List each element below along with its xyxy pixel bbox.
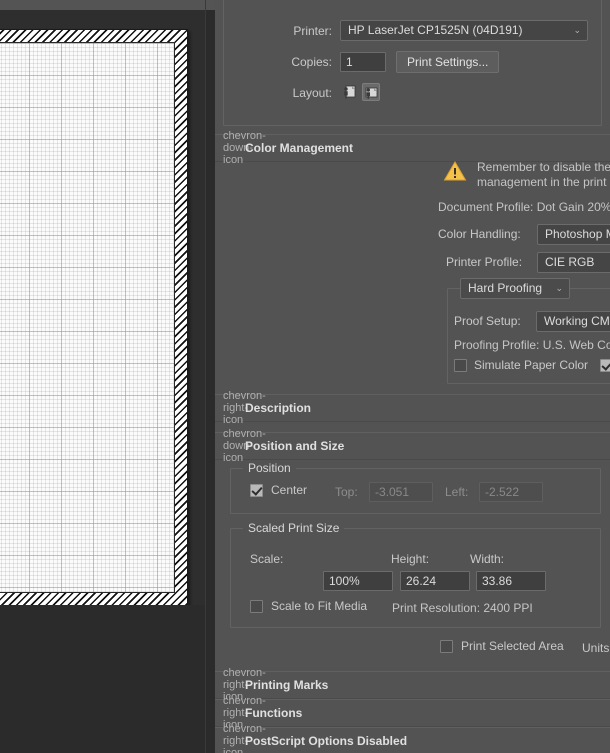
print-selected-area-checkbox-row[interactable]: Print Selected Area [440,639,564,653]
section-description[interactable]: chevron-right-icon Description [215,390,610,426]
chevron-down-icon: chevron-down-icon [223,130,266,166]
hard-proofing-group: Hard Proofing ⌄ Proof Setup: Working CMY… [447,278,610,384]
printer-profile-label: Printer Profile: [446,255,523,269]
chevron-right-icon: chevron-right-icon [223,723,266,753]
print-resolution-text: Print Resolution: 2400 PPI [392,601,533,615]
printer-setup-group: Printer Setup Printer: HP LaserJet CP152… [223,0,602,126]
warning-text-line1: Remember to disable the printer’s color [477,160,610,174]
copies-row: Copies: 1 Print Settings... [224,49,603,75]
chevron-down-icon: ⌄ [573,25,581,35]
section-color-management[interactable]: chevron-down-icon Color Management [215,130,610,166]
proof-setup-select[interactable]: Working CMYK ⌄ [536,311,610,332]
print-preview-pane [0,0,215,753]
layout-label: Layout: [292,86,332,100]
preview-paper-sheet[interactable] [0,29,188,605]
print-selected-area-row: Print Selected Area Units: Centimeters ⌄ [215,636,610,662]
center-checkbox-row[interactable]: Center [250,483,307,497]
hard-proofing-value: Hard Proofing [468,281,543,295]
width-label: Width: [470,552,505,566]
printer-row: Printer: HP LaserJet CP1525N (04D191) ⌄ [224,18,603,44]
description-title: Description [245,401,312,415]
section-functions[interactable]: chevron-right-icon Functions [215,695,610,731]
center-label: Center [271,483,308,497]
scale-to-fit-media-checkbox[interactable] [250,599,263,613]
landscape-orientation-icon[interactable] [362,83,380,101]
functions-title: Functions [245,706,303,720]
layout-row: Layout: [224,80,603,106]
printer-label: Printer: [293,24,332,38]
warning-text-line2: management in the print settings dialog … [477,175,610,189]
proof-setup-value: Working CMYK [544,314,610,328]
printer-select[interactable]: HP LaserJet CP1525N (04D191) ⌄ [340,20,588,41]
chevron-right-icon: chevron-right-icon [223,390,266,426]
chevron-down-icon: chevron-down-icon [223,428,266,464]
print-selected-area-label: Print Selected Area [461,639,564,653]
scaled-print-size-label: Scaled Print Size [243,521,345,535]
color-handling-select[interactable]: Photoshop Manages Colors ⌄ [537,224,610,245]
height-label: Height: [391,552,430,566]
section-position-and-size[interactable]: chevron-down-icon Position and Size [215,428,610,464]
simulate-paper-color-checkbox[interactable] [454,358,467,372]
chevron-down-icon: ⌄ [555,283,563,293]
print-selected-area-checkbox[interactable] [440,639,453,653]
document-profile-text: Document Profile: Dot Gain 20% [438,200,610,214]
printer-profile-value: CIE RGB [545,255,595,269]
copies-label: Copies: [291,55,332,69]
simulate-paper-color-row[interactable]: Simulate Paper Color [454,358,588,372]
warning-triangle-icon [443,160,467,182]
copies-input[interactable]: 1 [340,52,386,72]
proofing-profile-text: Proofing Profile: U.S. Web Coated (SWOP)… [454,338,610,352]
preview-top-strip [0,0,215,10]
preview-printable-area[interactable] [0,42,175,593]
position-and-size-title: Position and Size [245,439,345,453]
section-postscript-options[interactable]: chevron-right-icon PostScript Options Di… [215,723,610,753]
color-handling-value: Photoshop Manages Colors [545,227,610,241]
pane-divider [205,0,206,753]
simulate-paper-color-label: Simulate Paper Color [474,358,589,372]
width-input[interactable]: 33.86 [476,571,546,591]
top-label: Top: [335,485,358,499]
color-management-title: Color Management [245,141,354,155]
print-options-pane: Printer Setup Printer: HP LaserJet CP152… [215,0,610,753]
left-label: Left: [445,485,469,499]
simulate-black-ink-row[interactable]: Simulate Black Ink [600,358,610,372]
printing-marks-title: Printing Marks [245,678,329,692]
left-input[interactable]: -2.522 [479,482,543,502]
section-printing-marks[interactable]: chevron-right-icon Printing Marks [215,667,610,703]
printer-profile-select[interactable]: CIE RGB ⌄ [537,252,610,273]
top-input[interactable]: -3.051 [369,482,433,502]
simulate-black-ink-checkbox[interactable] [600,358,610,372]
print-settings-button[interactable]: Print Settings... [396,51,500,73]
portrait-orientation-icon[interactable] [340,83,358,101]
center-checkbox[interactable] [250,483,263,497]
units-label: Units: [582,641,610,655]
print-settings-dialog: Printer Setup Printer: HP LaserJet CP152… [0,0,610,753]
position-group: Position Center Top: -3.051 Left: -2.522 [230,461,601,514]
postscript-options-title: PostScript Options Disabled [245,734,408,748]
scale-to-fit-media-row[interactable]: Scale to Fit Media [250,599,367,613]
print-preview-canvas[interactable] [0,10,205,605]
scale-input[interactable]: 100% [323,571,393,591]
scale-to-fit-media-label: Scale to Fit Media [271,599,368,613]
hard-proofing-select[interactable]: Hard Proofing ⌄ [460,278,570,299]
color-handling-label: Color Handling: [438,227,521,241]
color-management-warning: Remember to disable the printer’s color … [443,160,610,190]
height-input[interactable]: 26.24 [400,571,470,591]
position-group-label: Position [243,461,296,475]
scaled-print-size-group: Scaled Print Size Scale: Height: Width: … [230,521,601,628]
scale-label: Scale: [250,552,284,566]
printer-select-value: HP LaserJet CP1525N (04D191) [348,23,523,37]
proof-setup-label: Proof Setup: [454,314,521,328]
